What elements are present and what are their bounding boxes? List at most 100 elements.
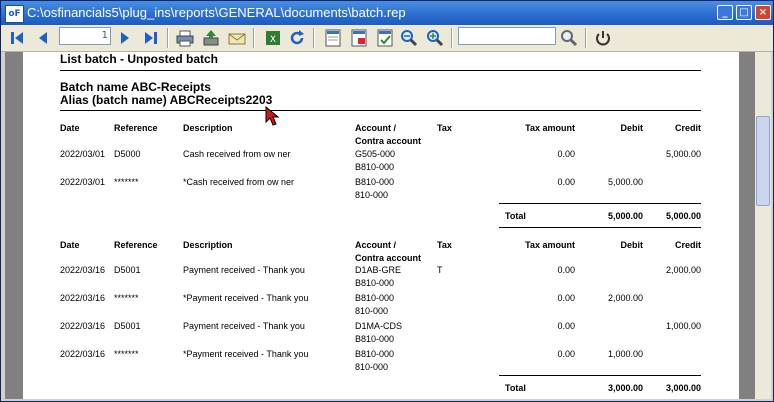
cell-tax: T — [437, 265, 443, 275]
cell-contra: 810-000 — [355, 362, 389, 372]
toolbar-separator — [167, 28, 169, 48]
svg-text:X: X — [270, 35, 276, 45]
cell-date: 2022/03/01 — [60, 177, 106, 187]
search-icon[interactable] — [559, 28, 579, 48]
export-excel-icon[interactable]: X — [263, 28, 283, 48]
cell-account: B810-000 — [355, 349, 395, 359]
close-button[interactable]: × — [755, 5, 771, 20]
cell-reference: ******* — [114, 177, 139, 187]
toolbar-separator — [253, 28, 255, 48]
page-setup-2-icon[interactable] — [349, 28, 369, 48]
app-icon: oF — [5, 5, 24, 23]
total-label: Total — [505, 211, 526, 221]
divider — [60, 70, 701, 71]
toolbar-separator — [585, 28, 587, 48]
email-icon[interactable] — [227, 28, 247, 48]
report-preview-window: oF C:\osfinancials5\plug_ins\reports\GEN… — [0, 0, 774, 402]
search-input[interactable] — [458, 27, 556, 45]
save-icon[interactable] — [201, 28, 221, 48]
toolbar-separator — [313, 28, 315, 48]
first-page-icon[interactable] — [7, 28, 27, 48]
refresh-icon[interactable] — [287, 28, 307, 48]
page-setup-icon[interactable] — [323, 28, 343, 48]
header-date: Date — [60, 123, 80, 133]
vertical-scrollbar[interactable] — [755, 52, 771, 399]
zoom-out-icon[interactable] — [399, 28, 419, 48]
cell-date: 2022/03/16 — [60, 265, 106, 275]
header-credit: Credit — [674, 240, 701, 250]
header-tax: Tax — [437, 123, 452, 133]
cell-reference: ******* — [114, 293, 139, 303]
cell-account: B810-000 — [355, 293, 395, 303]
maximize-button[interactable]: □ — [736, 5, 752, 20]
header-contra: Contra account — [355, 253, 422, 263]
header-contra: Contra account — [355, 136, 422, 146]
cell-description: *Payment received - Thank you — [183, 349, 309, 359]
toolbar-separator — [451, 28, 453, 48]
scrollbar-thumb[interactable] — [756, 116, 770, 206]
header-date: Date — [60, 240, 80, 250]
cell-tax-amount: 0.00 — [557, 321, 575, 331]
cell-account: B810-000 — [355, 177, 395, 187]
total-divider — [499, 203, 701, 204]
cell-debit: 1,000.00 — [607, 349, 643, 359]
close-preview-icon[interactable] — [593, 28, 613, 48]
total-divider — [499, 375, 701, 376]
cell-account: G505-000 — [355, 149, 396, 159]
cell-reference: D5001 — [114, 265, 141, 275]
cell-date: 2022/03/01 — [60, 149, 106, 159]
cell-debit: 2,000.00 — [607, 293, 643, 303]
last-page-icon[interactable] — [141, 28, 161, 48]
cell-account: D1AB-GRE — [355, 265, 402, 275]
cell-account: D1MA-CDS — [355, 321, 403, 331]
cell-date: 2022/03/16 — [60, 349, 106, 359]
cell-credit: 2,000.00 — [665, 265, 701, 275]
total-credit: 5,000.00 — [665, 211, 701, 221]
cell-description: *Payment received - Thank you — [183, 293, 309, 303]
cell-date: 2022/03/16 — [60, 293, 106, 303]
cell-contra: B810-000 — [355, 278, 395, 288]
cell-contra: 810-000 — [355, 306, 389, 316]
divider — [60, 110, 701, 111]
print-icon[interactable] — [175, 28, 195, 48]
minimize-button[interactable]: _ — [717, 5, 733, 20]
cell-tax-amount: 0.00 — [557, 265, 575, 275]
report-page: List batch - Unposted batch Batch name A… — [23, 52, 739, 399]
cell-date: 2022/03/16 — [60, 321, 106, 331]
cell-description: *Cash received from ow ner — [183, 177, 295, 187]
total-label: Total — [505, 383, 526, 393]
batch-name: Batch name ABC-Receipts — [60, 80, 211, 94]
cell-debit: 5,000.00 — [607, 177, 643, 187]
cell-reference: ******* — [114, 349, 139, 359]
cell-tax-amount: 0.00 — [557, 149, 575, 159]
header-tax: Tax — [437, 240, 452, 250]
mouse-cursor-icon — [265, 106, 279, 126]
total-divider — [499, 227, 701, 228]
toolbar: 1 X — [1, 25, 773, 52]
prev-page-icon[interactable] — [33, 28, 53, 48]
page-number-input[interactable]: 1 — [59, 27, 111, 45]
header-description: Description — [183, 240, 233, 250]
header-credit: Credit — [674, 123, 701, 133]
cell-credit: 1,000.00 — [665, 321, 701, 331]
total-credit: 3,000.00 — [665, 383, 701, 393]
batch-alias: Alias (batch name) ABCReceipts2203 — [60, 93, 273, 107]
cell-contra: B810-000 — [355, 162, 395, 172]
window-title: C:\osfinancials5\plug_ins\reports\GENERA… — [27, 5, 406, 20]
cell-reference: D5001 — [114, 321, 141, 331]
header-reference: Reference — [114, 123, 158, 133]
page-setup-3-icon[interactable] — [375, 28, 395, 48]
cell-credit: 5,000.00 — [665, 149, 701, 159]
header-account: Account / — [355, 123, 397, 133]
header-description: Description — [183, 123, 233, 133]
preview-area[interactable]: List batch - Unposted batch Batch name A… — [5, 52, 771, 399]
header-reference: Reference — [114, 240, 158, 250]
cell-description: Payment received - Thank you — [183, 265, 305, 275]
title-bar[interactable]: oF C:\osfinancials5\plug_ins\reports\GEN… — [1, 1, 773, 25]
header-account: Account / — [355, 240, 397, 250]
zoom-in-icon[interactable] — [425, 28, 445, 48]
cell-contra: B810-000 — [355, 334, 395, 344]
next-page-icon[interactable] — [115, 28, 135, 48]
cell-description: Cash received from ow ner — [183, 149, 291, 159]
report-title: List batch - Unposted batch — [60, 52, 219, 66]
